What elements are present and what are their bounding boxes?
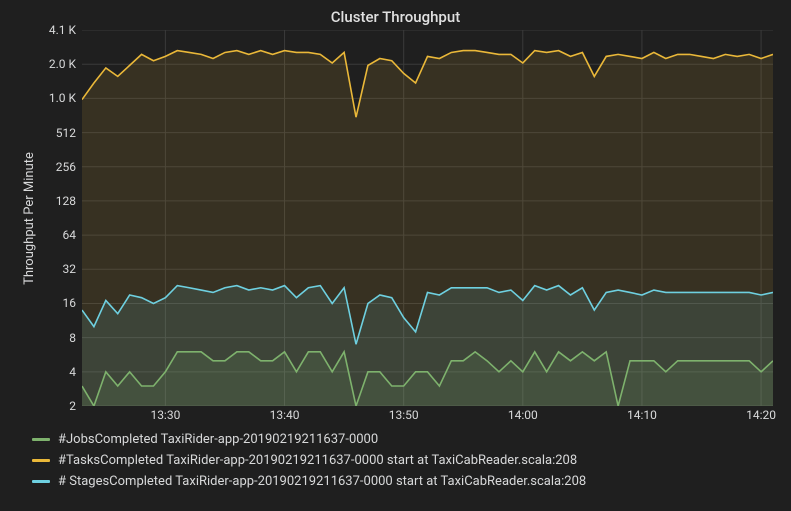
chart-svg (82, 30, 773, 406)
y-tick: 2.0 K (49, 57, 76, 71)
legend-label-tasks: #TasksCompleted TaxiRider-app-2019021921… (58, 453, 577, 468)
legend-item-stages[interactable]: # StagesCompleted TaxiRider-app-20190219… (32, 474, 773, 489)
legend-swatch-tasks (32, 459, 50, 462)
y-axis: 2481632641282565121.0 K2.0 K4.1 K (40, 30, 82, 406)
legend-label-stages: # StagesCompleted TaxiRider-app-20190219… (58, 474, 586, 489)
y-axis-label: Throughput Per Minute (22, 152, 37, 285)
y-tick: 16 (63, 296, 77, 310)
y-tick: 256 (56, 160, 76, 174)
x-tick: 14:00 (508, 408, 538, 422)
y-axis-label-col: Throughput Per Minute (18, 30, 40, 406)
x-tick: 13:40 (270, 408, 300, 422)
x-axis: 13:30 13:40 13:50 14:00 14:10 14:20 (82, 406, 773, 424)
y-tick: 4 (69, 365, 76, 379)
x-tick: 14:20 (746, 408, 776, 422)
legend-label-jobs: #JobsCompleted TaxiRider-app-20190219211… (58, 432, 378, 447)
legend-item-tasks[interactable]: #TasksCompleted TaxiRider-app-2019021921… (32, 453, 773, 468)
plot-area: Throughput Per Minute 248163264128256512… (18, 30, 773, 406)
legend-swatch-stages (32, 480, 50, 483)
y-tick: 32 (63, 262, 77, 276)
throughput-panel: Cluster Throughput Throughput Per Minute… (0, 0, 791, 511)
panel-title: Cluster Throughput (18, 8, 773, 26)
y-tick: 2 (69, 399, 76, 413)
y-tick: 128 (56, 194, 76, 208)
y-tick: 64 (63, 228, 77, 242)
y-tick: 512 (56, 126, 76, 140)
x-tick: 14:10 (627, 408, 657, 422)
y-tick: 1.0 K (49, 91, 76, 105)
legend: #JobsCompleted TaxiRider-app-20190219211… (32, 432, 773, 489)
x-tick: 13:50 (389, 408, 419, 422)
chart-plot[interactable] (82, 30, 773, 406)
x-tick: 13:30 (150, 408, 180, 422)
y-tick: 4.1 K (49, 23, 76, 37)
y-tick: 8 (69, 331, 76, 345)
legend-item-jobs[interactable]: #JobsCompleted TaxiRider-app-20190219211… (32, 432, 773, 447)
legend-swatch-jobs (32, 438, 50, 441)
